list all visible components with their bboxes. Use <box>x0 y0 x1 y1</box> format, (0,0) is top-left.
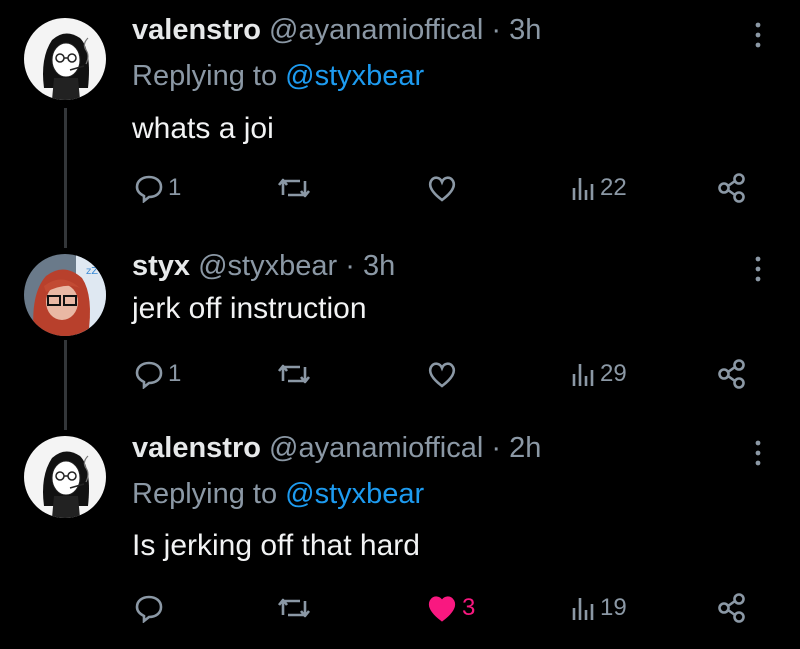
views-button[interactable]: 22 <box>570 168 627 208</box>
share-icon <box>718 359 745 389</box>
like-button[interactable]: 3 <box>426 588 475 628</box>
retweet-icon <box>277 598 311 618</box>
avatar[interactable] <box>24 18 106 100</box>
mention-link[interactable]: @styxbear <box>285 60 424 92</box>
views-button[interactable]: 19 <box>570 588 627 628</box>
more-options-button[interactable] <box>752 438 764 468</box>
more-options-button[interactable] <box>752 254 764 284</box>
views-button[interactable]: 29 <box>570 354 627 394</box>
share-icon <box>718 593 745 623</box>
views-icon <box>572 178 594 200</box>
more-icon <box>755 256 761 282</box>
replying-prefix: Replying to <box>132 60 278 92</box>
user-handle[interactable]: @styxbear <box>198 250 337 282</box>
like-button[interactable] <box>426 354 462 394</box>
replying-to: Replying to @styxbear <box>132 58 424 94</box>
display-name[interactable]: styx <box>132 250 190 282</box>
share-button[interactable] <box>716 168 748 208</box>
reply-button[interactable]: 1 <box>134 354 181 394</box>
avatar[interactable] <box>24 436 106 518</box>
avatar-image-icon <box>24 436 106 518</box>
action-bar: 1 29 <box>0 354 800 394</box>
tweet-text: whats a joi <box>132 112 274 145</box>
like-count: 3 <box>462 594 476 621</box>
like-button[interactable] <box>426 168 462 208</box>
reply-button[interactable]: 1 <box>134 168 181 208</box>
replying-to: Replying to @styxbear <box>132 476 424 512</box>
mention-link[interactable]: @styxbear <box>285 478 424 510</box>
reply-icon <box>135 361 163 389</box>
avatar[interactable]: zZ <box>24 254 106 336</box>
views-icon <box>572 364 594 386</box>
reply-icon <box>135 595 163 623</box>
more-icon <box>755 22 761 48</box>
reply-button[interactable] <box>134 588 168 628</box>
retweet-button[interactable] <box>276 168 316 208</box>
timestamp[interactable]: 2h <box>509 432 541 464</box>
reply-count: 1 <box>168 174 182 201</box>
view-count: 19 <box>600 594 627 621</box>
share-icon <box>718 173 745 203</box>
retweet-icon <box>277 178 311 198</box>
separator: · <box>345 250 355 282</box>
more-options-button[interactable] <box>752 20 764 50</box>
separator: · <box>491 432 502 464</box>
tweet-header: valenstro @ayanamioffical · 2h <box>132 430 541 466</box>
user-handle[interactable]: @ayanamioffical <box>269 432 483 464</box>
separator: · <box>491 14 502 46</box>
retweet-icon <box>277 364 311 384</box>
reply-icon <box>135 175 163 203</box>
view-count: 29 <box>600 360 627 387</box>
action-bar: 1 22 <box>0 168 800 208</box>
svg-text:zZ: zZ <box>86 266 98 277</box>
retweet-button[interactable] <box>276 354 316 394</box>
more-icon <box>755 440 761 466</box>
display-name[interactable]: valenstro <box>132 14 261 46</box>
action-bar: 3 19 <box>0 588 800 628</box>
retweet-button[interactable] <box>276 588 316 628</box>
like-filled-icon <box>428 596 456 622</box>
reply-count: 1 <box>168 360 182 387</box>
display-name[interactable]: valenstro <box>132 432 261 464</box>
share-button[interactable] <box>716 588 748 628</box>
timestamp[interactable]: 3h <box>363 250 395 282</box>
views-icon <box>572 598 594 620</box>
user-handle[interactable]: @ayanamioffical <box>269 14 483 46</box>
share-button[interactable] <box>716 354 748 394</box>
like-icon <box>428 362 456 388</box>
view-count: 22 <box>600 174 627 201</box>
timestamp[interactable]: 3h <box>509 14 541 46</box>
like-icon <box>428 176 456 202</box>
tweet-header: valenstro @ayanamioffical · 3h <box>132 12 541 48</box>
replying-prefix: Replying to <box>132 478 278 510</box>
tweet-text: Is jerking off that hard <box>132 529 420 562</box>
tweet-header: styx @styxbear · 3h <box>132 248 395 284</box>
avatar-image-icon: zZ <box>24 254 106 336</box>
avatar-image-icon <box>24 18 106 100</box>
tweet-text: jerk off instruction <box>132 292 367 325</box>
